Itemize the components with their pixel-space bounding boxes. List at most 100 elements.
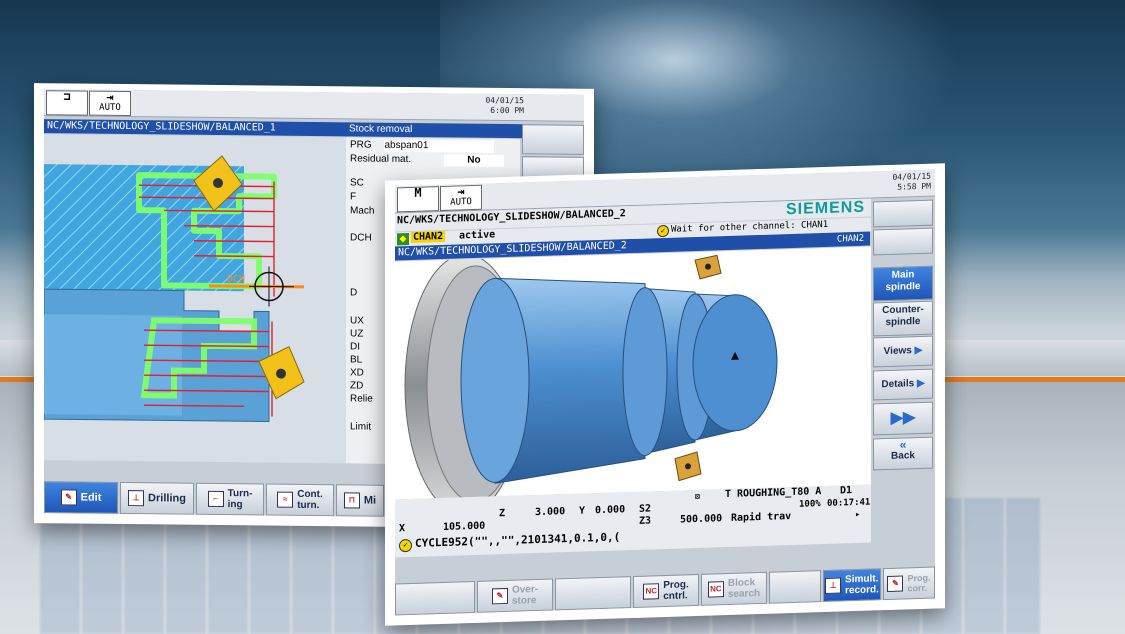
param-zd: ZD <box>350 380 364 392</box>
siemens-logo: SIEMENS <box>785 198 865 219</box>
simultaneous-record-softkey[interactable]: ⊥ Simult. record. <box>823 568 881 603</box>
counter-spindle-softkey[interactable]: Counter- spindle <box>873 300 933 337</box>
overstore-label: Over- store <box>511 583 539 607</box>
drilling-label: Drilling <box>148 492 186 505</box>
views-softkey[interactable]: Views ▶ <box>873 335 933 368</box>
program-correction-label: Prog. corr. <box>907 572 931 594</box>
spindle-value: 0.000 <box>595 504 626 517</box>
screen1-time: 6:00 PM <box>490 105 524 116</box>
turning-softkey[interactable]: ⌐ Turn- ing <box>196 482 264 516</box>
screen2-datetime: 04/01/15 5:58 PM <box>892 172 931 193</box>
dch-label: DCH <box>227 274 245 285</box>
hsoftkey-empty-3[interactable] <box>769 570 821 604</box>
block-search-softkey[interactable]: NC Block search <box>701 571 767 606</box>
current-block: CYCLE952("",,"",2101341,0.1,0,( <box>415 530 621 550</box>
param-bl: BL <box>350 354 363 366</box>
next-arrow-icon[interactable]: ▸ <box>855 509 860 521</box>
tool-d: D1 <box>840 485 853 497</box>
param-di: DI <box>350 341 360 353</box>
program-correction-softkey[interactable]: ✎ Prog. corr. <box>883 566 935 601</box>
screen2-3d-view <box>395 246 871 500</box>
param-mach: Mach <box>350 205 375 217</box>
param-f: F <box>350 191 357 203</box>
feed-value: 500.000 <box>680 513 723 526</box>
vsoftkey-empty-2[interactable] <box>873 227 933 256</box>
hsoftkey-empty-1[interactable] <box>395 580 475 616</box>
screen1-date: 04/01/15 <box>485 95 524 106</box>
screen2-time: 5:58 PM <box>897 181 931 192</box>
auto-mode-label: AUTO <box>99 102 121 113</box>
workpiece-3d-graphic <box>404 253 778 500</box>
views-arrow-icon: ▶ <box>914 344 923 357</box>
edit-icon: ✎ <box>60 489 77 506</box>
param-label: PRG <box>350 139 372 151</box>
wait-message: Wait for other channel: CHAN1 <box>671 219 829 235</box>
screen2-inner: M ⇥ AUTO 04/01/15 5:58 PM NC/WKS/TECHNOL… <box>395 169 935 616</box>
turning-icon: ⌐ <box>207 490 224 508</box>
details-label: Details <box>881 378 915 391</box>
contour-turning-icon: ≈ <box>277 491 294 508</box>
back-softkey[interactable]: « Back <box>873 436 933 471</box>
residual-select[interactable]: No <box>443 154 504 167</box>
channel-name[interactable]: CHAN2 <box>411 230 446 243</box>
param-xd: XD <box>350 367 364 379</box>
details-arrow-icon: ▶ <box>916 377 925 390</box>
fast-forward-softkey[interactable]: ▶▶ <box>873 401 933 436</box>
fast-forward-icon: ▶▶ <box>890 409 916 427</box>
param-label: Residual mat. <box>350 153 412 166</box>
auto-mode-button[interactable]: ⇥ AUTO <box>89 89 131 117</box>
machine-area-icon: ⊐ <box>63 89 71 104</box>
simultaneous-record-icon: ⊥ <box>825 577 842 594</box>
param-uz: UZ <box>350 328 364 340</box>
rapid-traverse: Rapid trav <box>731 511 792 524</box>
main-spindle-softkey[interactable]: Main spindle <box>873 265 933 302</box>
param-limit: Limit <box>350 421 372 433</box>
machine-area-button[interactable]: ⊐ <box>46 89 88 116</box>
auto-arrow-icon: ⇥ <box>106 89 114 104</box>
vsoftkey-1[interactable] <box>522 124 584 155</box>
param-dch: DCH <box>350 232 372 244</box>
drilling-softkey[interactable]: ⊥ Drilling <box>120 481 194 515</box>
override-percent: 100% <box>799 499 821 510</box>
program-correction-icon: ✎ <box>887 575 904 593</box>
x-axis-value: 105.000 <box>443 520 486 533</box>
machine-m-icon: M <box>414 185 422 200</box>
vsoftkey-empty-1[interactable] <box>873 199 933 228</box>
z23-label: Z3 <box>639 515 652 527</box>
details-softkey[interactable]: Details ▶ <box>873 368 933 401</box>
program-control-icon: NC <box>643 583 660 600</box>
back-label: Back <box>891 450 915 462</box>
param-ux: UX <box>350 315 364 327</box>
overstore-icon: ✎ <box>491 587 508 605</box>
param-relief: Relie <box>350 393 373 405</box>
block-search-icon: NC <box>707 581 724 598</box>
program-control-softkey[interactable]: NC Prog. cntrl. <box>633 573 699 609</box>
param-residual: Residual mat. No <box>350 153 504 167</box>
run-time: 00:17:41 <box>827 497 871 509</box>
milling-softkey[interactable]: ⊓ Mi <box>336 484 384 517</box>
spindle-label: S2 <box>639 503 652 515</box>
z-axis-value: 3.000 <box>535 506 566 519</box>
channel-ok-icon: ◆ <box>397 233 409 246</box>
machine-area-button[interactable]: M <box>397 185 439 213</box>
screen1-panel-title: Stock removal <box>346 122 523 139</box>
contour-turning-softkey[interactable]: ≈ Cont. turn. <box>266 483 334 517</box>
program-control-label: Prog. cntrl. <box>663 579 689 603</box>
hsoftkey-empty-2[interactable] <box>555 576 631 611</box>
x-axis-label: X <box>399 523 406 535</box>
param-prg: PRG abspan01 <box>350 139 495 153</box>
screen1-simulation: DCH <box>44 134 346 464</box>
sync-icon: ⊠ <box>695 491 700 502</box>
contour-turning-label: Cont. turn. <box>297 488 323 512</box>
stock-removal-graphic: DCH <box>44 155 305 423</box>
channel-state: active <box>459 229 496 242</box>
param-sc: SC <box>350 177 364 189</box>
milling-icon: ⊓ <box>343 492 360 509</box>
auto-mode-button[interactable]: ⇥ AUTO <box>440 184 482 212</box>
edit-label: Edit <box>80 491 102 504</box>
overstore-softkey[interactable]: ✎ Over- store <box>477 578 553 613</box>
screen1-topbar: ⊐ ⇥ AUTO 04/01/15 6:00 PM <box>44 89 584 122</box>
channel-tag: CHAN2 <box>836 233 864 245</box>
prg-input[interactable]: abspan01 <box>384 139 495 153</box>
edit-softkey[interactable]: ✎ Edit <box>44 481 118 514</box>
